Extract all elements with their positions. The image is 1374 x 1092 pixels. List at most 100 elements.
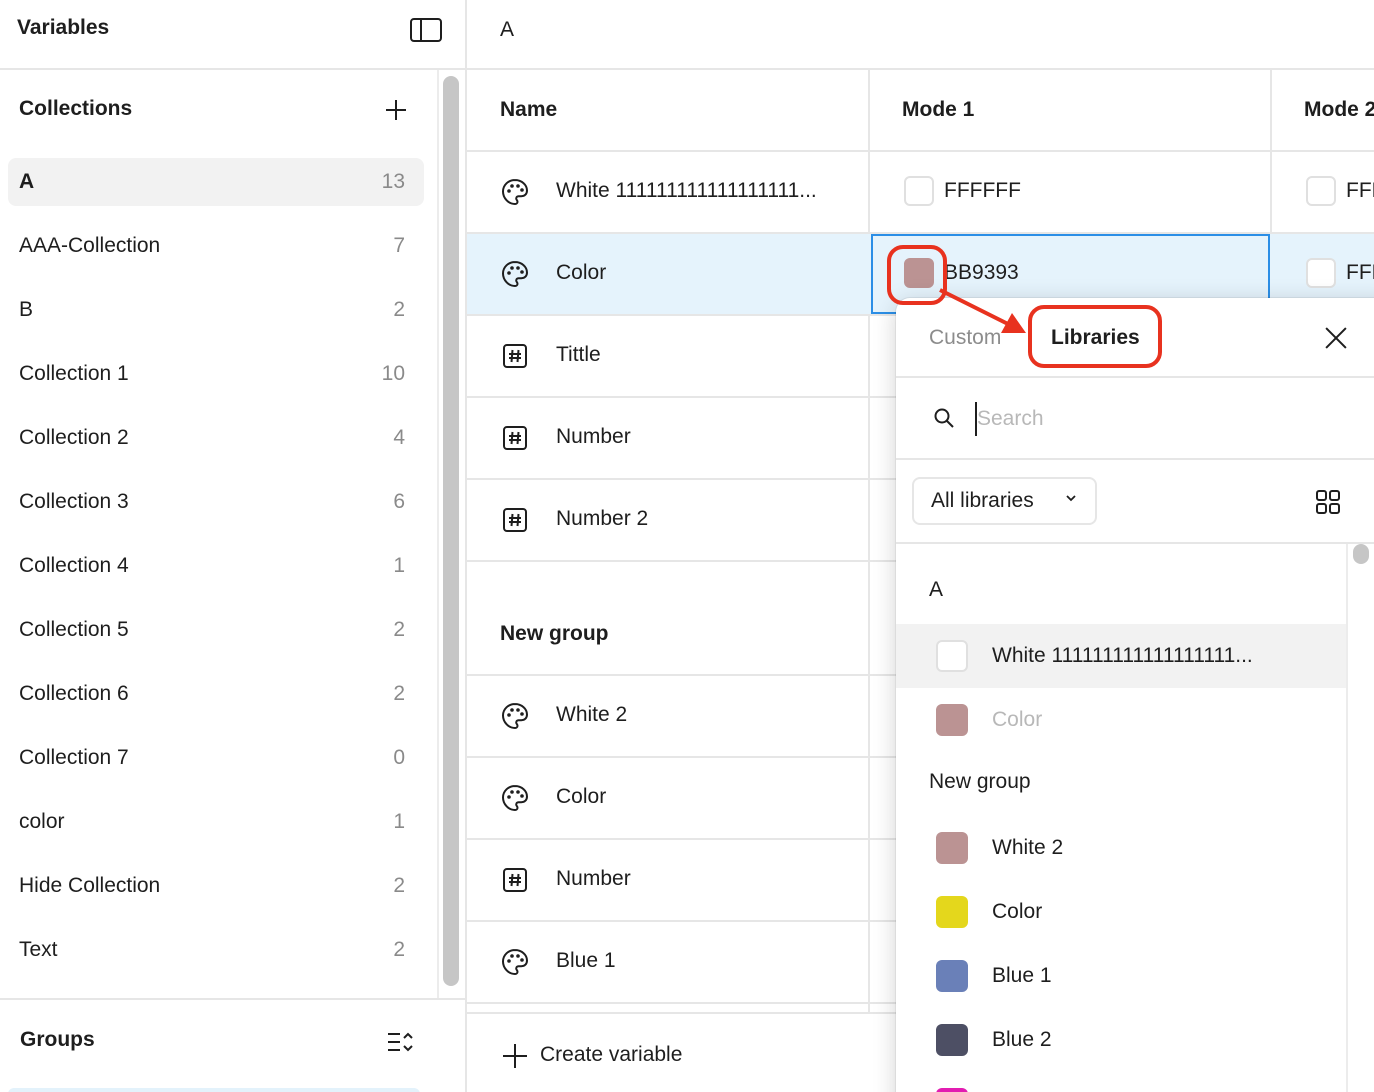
collection-name: Collection 4: [19, 554, 129, 577]
collection-name: AAA-Collection: [19, 234, 161, 257]
palette-icon: [501, 260, 529, 288]
color-swatch: [936, 1024, 968, 1056]
main-header: A: [467, 0, 1374, 70]
variable-name: Blue 1: [556, 949, 616, 972]
search-input[interactable]: [975, 402, 1355, 436]
variable-name: Color: [556, 785, 607, 808]
grid-view-icon[interactable]: [1314, 488, 1342, 516]
collection-item[interactable]: Hide Collection 2: [8, 862, 424, 910]
picker-variable-item[interactable]: White 111111111111111111...: [896, 624, 1346, 688]
collection-item[interactable]: Collection 3 6: [8, 478, 424, 526]
palette-icon: [501, 178, 529, 206]
close-icon[interactable]: [1324, 326, 1348, 350]
collection-name: Collection 7: [19, 746, 129, 769]
collection-count: 2: [393, 618, 405, 641]
picker-variable-item[interactable]: White 2: [896, 816, 1346, 880]
collection-name: Hide Collection: [19, 874, 161, 897]
collection-item[interactable]: Collection 1 10: [8, 350, 424, 398]
collections-scrollbar-thumb[interactable]: [443, 76, 459, 986]
picker-variable-item[interactable]: [896, 1072, 1346, 1092]
variable-name: Number: [556, 425, 631, 448]
add-collection-icon[interactable]: [384, 98, 408, 122]
color-swatch: [936, 896, 968, 928]
picker-variable-name: Color: [992, 900, 1043, 923]
hash-icon: [503, 426, 527, 450]
collection-count: 2: [393, 874, 405, 897]
color-swatch: [936, 960, 968, 992]
groups-title: Groups: [20, 1028, 95, 1051]
collection-item[interactable]: A 13: [8, 158, 424, 206]
variable-name: Color: [556, 261, 607, 284]
picker-variable-item: Color: [896, 688, 1346, 752]
collection-item[interactable]: color 1: [8, 798, 424, 846]
variable-name: Number: [556, 867, 631, 890]
library-select[interactable]: All libraries: [912, 477, 1097, 525]
collection-name: Text: [19, 938, 58, 961]
picker-variable-name: Blue 1: [992, 964, 1052, 987]
picker-variable-name: White 111111111111111111...: [992, 644, 1253, 667]
picker-variable-name: White 2: [992, 836, 1064, 859]
column-header-name: Name: [500, 98, 558, 121]
library-select-label: All libraries: [931, 489, 1034, 512]
picker-variable-item[interactable]: Blue 1: [896, 944, 1346, 1008]
panel-toggle-icon[interactable]: [410, 18, 442, 42]
collection-item[interactable]: Text 2: [8, 926, 424, 974]
collection-count: 10: [381, 362, 405, 385]
picker-variable-item[interactable]: Color: [896, 880, 1346, 944]
sidebar-header: Variables: [0, 0, 465, 70]
collection-item[interactable]: AAA-Collection 7: [8, 222, 424, 270]
collection-count: 4: [393, 426, 405, 449]
tab-custom[interactable]: Custom: [929, 326, 1001, 350]
collection-item[interactable]: Collection 5 2: [8, 606, 424, 654]
collapse-groups-icon[interactable]: [386, 1030, 414, 1054]
color-swatch: [936, 640, 968, 672]
color-swatch[interactable]: [904, 176, 934, 206]
collection-count: 6: [393, 490, 405, 513]
picker-scrollbar-track[interactable]: [1346, 544, 1374, 1092]
sidebar-title: Variables: [17, 16, 110, 39]
variable-value[interactable]: FFFFFF: [1346, 179, 1374, 203]
collection-item[interactable]: Collection 2 4: [8, 414, 424, 462]
collection-count: 2: [393, 682, 405, 705]
column-header-mode-2[interactable]: Mode 2: [1304, 98, 1374, 122]
collection-name: Collection 3: [19, 490, 129, 513]
variable-name: White 2: [556, 703, 628, 726]
collection-title: A: [500, 18, 515, 41]
collection-count: 13: [381, 170, 405, 193]
variable-value[interactable]: FFFFFF: [1346, 261, 1374, 285]
color-swatch[interactable]: [1306, 176, 1336, 206]
hash-icon: [503, 344, 527, 368]
variable-value[interactable]: FFFFFF: [944, 179, 1021, 203]
collection-count: 1: [393, 554, 405, 577]
collection-count: 7: [393, 234, 405, 257]
variable-name: Number 2: [556, 507, 649, 530]
collection-item[interactable]: Collection 6 2: [8, 670, 424, 718]
create-variable-button[interactable]: Create variable: [540, 1043, 682, 1067]
collection-name: Collection 6: [19, 682, 129, 705]
picker-group-label: New group: [929, 770, 1031, 793]
collection-item[interactable]: Collection 7 0: [8, 734, 424, 782]
chevron-down-icon: [1066, 495, 1076, 502]
collection-item[interactable]: Collection 4 1: [8, 542, 424, 590]
picker-variable-item[interactable]: Blue 2: [896, 1008, 1346, 1072]
collection-count: 0: [393, 746, 405, 769]
collection-count: 2: [393, 298, 405, 321]
plus-icon[interactable]: [503, 1044, 527, 1068]
collection-name: B: [19, 298, 34, 321]
picker-scrollbar-thumb[interactable]: [1353, 544, 1369, 564]
search-icon: [934, 408, 954, 428]
groups-section: Groups: [0, 998, 465, 1092]
variable-name: White 111111111111111111...: [556, 179, 817, 202]
color-swatch: [936, 704, 968, 736]
color-swatch[interactable]: [1306, 258, 1336, 288]
annotation-highlight-libraries: [1028, 305, 1162, 368]
collection-name: color: [19, 810, 65, 833]
palette-icon: [501, 784, 529, 812]
groups-selected-item[interactable]: [8, 1088, 420, 1092]
palette-icon: [501, 948, 529, 976]
table-row[interactable]: White 111111111111111111... FFFFFF FFFFF…: [467, 152, 1374, 234]
collection-item[interactable]: B 2: [8, 286, 424, 334]
column-header-mode-1[interactable]: Mode 1: [902, 98, 974, 122]
collections-title: Collections: [19, 97, 133, 120]
table-header: Name Mode 1 Mode 2: [467, 70, 1374, 152]
